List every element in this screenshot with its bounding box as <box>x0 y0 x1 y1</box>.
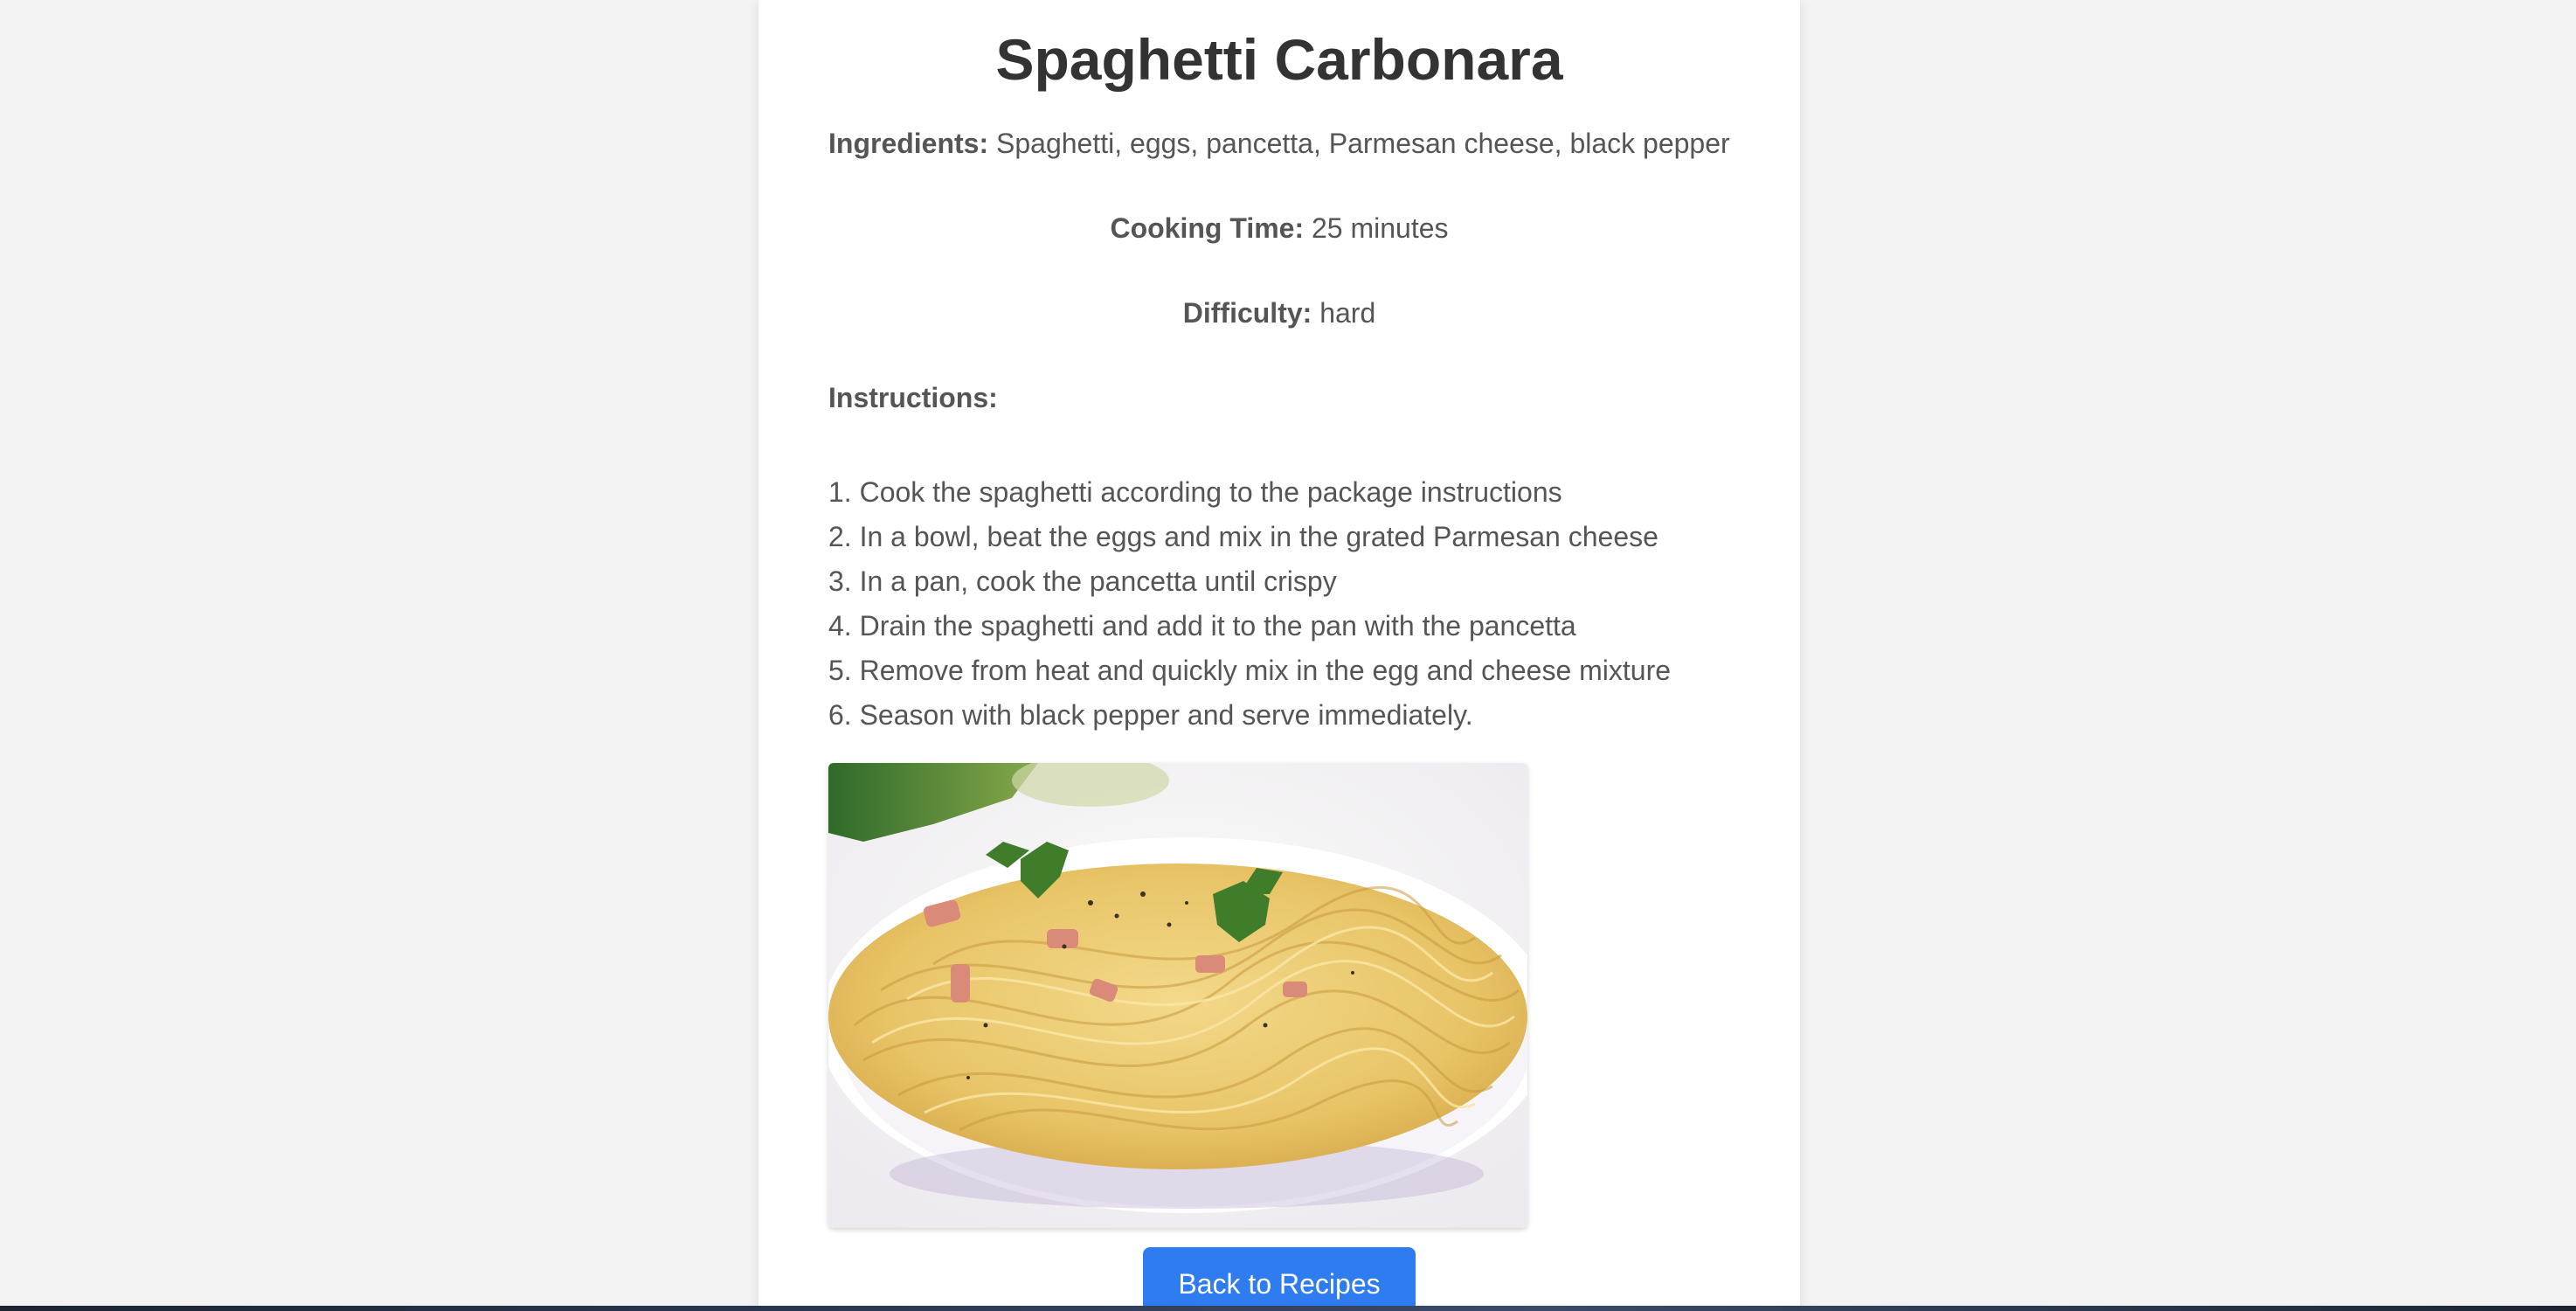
instruction-step: 2. In a bowl, beat the eggs and mix in t… <box>828 521 1658 552</box>
instruction-step: 6. Season with black pepper and serve im… <box>828 699 1473 731</box>
recipe-card: Spaghetti Carbonara Ingredients: Spaghet… <box>758 0 1800 1311</box>
recipe-title: Spaghetti Carbonara <box>995 27 1563 92</box>
difficulty-label: Difficulty: <box>1182 297 1312 329</box>
difficulty-value: hard <box>1319 297 1376 329</box>
cooking-time-value: 25 minutes <box>1312 212 1449 244</box>
ingredients-line: Ingredients: Spaghetti, eggs, pancetta, … <box>828 126 1730 161</box>
cooking-time-label: Cooking Time: <box>1110 212 1305 244</box>
back-to-recipes-button[interactable]: Back to Recipes <box>1143 1247 1416 1311</box>
ingredients-label: Ingredients: <box>828 128 989 159</box>
instruction-step: 3. In a pan, cook the pancetta until cri… <box>828 565 1337 597</box>
recipe-image <box>828 763 1527 1228</box>
spaghetti-plate-illustration <box>828 763 1527 1228</box>
ingredients-value: Spaghetti, eggs, pancetta, Parmesan chee… <box>996 128 1730 159</box>
instruction-step: 1. Cook the spaghetti according to the p… <box>828 476 1562 508</box>
instructions-list: 1. Cook the spaghetti according to the p… <box>828 470 1730 738</box>
instructions-label: Instructions: <box>828 382 998 413</box>
instruction-step: 4. Drain the spaghetti and add it to the… <box>828 610 1576 642</box>
window-bottom-edge <box>0 1306 2576 1311</box>
difficulty-line: Difficulty: hard <box>828 295 1730 330</box>
page: Spaghetti Carbonara Ingredients: Spaghet… <box>0 0 2576 1311</box>
cooking-time-line: Cooking Time: 25 minutes <box>828 211 1730 246</box>
instruction-step: 5. Remove from heat and quickly mix in t… <box>828 655 1672 686</box>
